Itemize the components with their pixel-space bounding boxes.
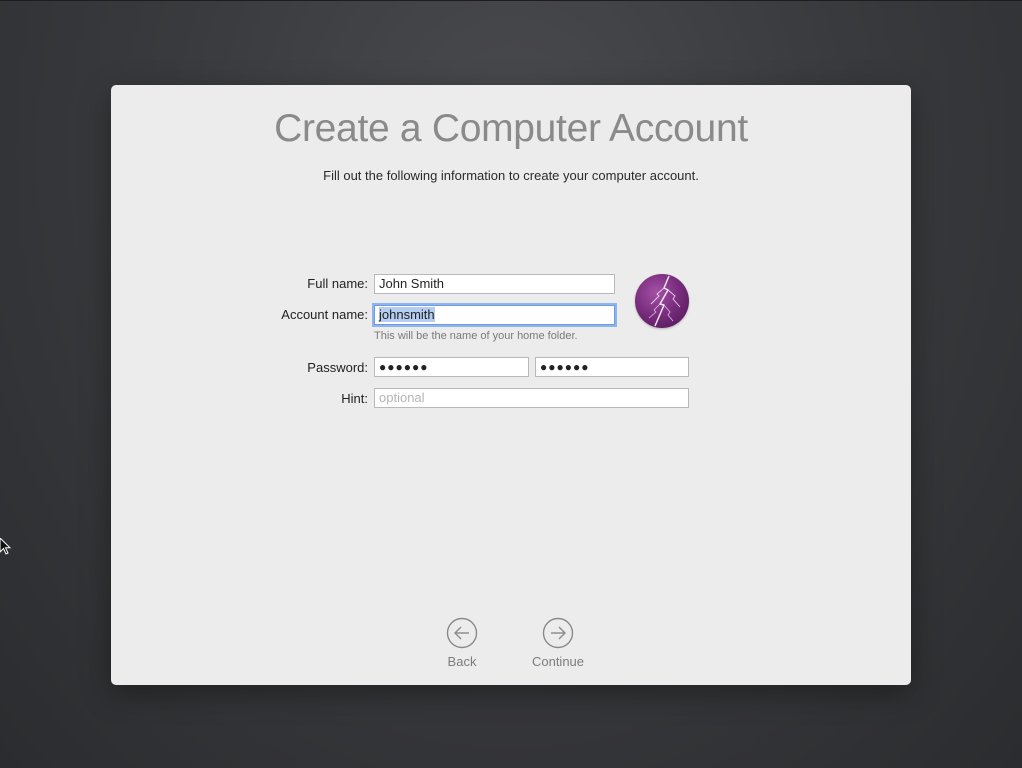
lightning-icon xyxy=(648,275,681,327)
full-name-label: Full name: xyxy=(307,276,368,291)
full-name-value: John Smith xyxy=(379,276,445,291)
password-label: Password: xyxy=(307,360,368,375)
setup-assistant-panel: Create a Computer Account Fill out the f… xyxy=(111,85,911,685)
back-button[interactable]: Back xyxy=(422,617,502,669)
arrow-right-circle-icon xyxy=(542,617,574,649)
mouse-pointer-icon xyxy=(0,538,12,555)
hint-label: Hint: xyxy=(341,391,368,406)
verify-password-field[interactable]: ●●●●●● xyxy=(535,357,689,377)
arrow-left-circle-icon xyxy=(446,617,478,649)
account-name-field[interactable]: johnsmith xyxy=(374,305,615,325)
account-name-label: Account name: xyxy=(281,307,368,322)
page-subtitle: Fill out the following information to cr… xyxy=(323,168,699,183)
hint-placeholder: optional xyxy=(379,390,425,405)
password-value: ●●●●●● xyxy=(379,360,429,374)
full-name-field[interactable]: John Smith xyxy=(374,274,615,294)
verify-password-value: ●●●●●● xyxy=(540,360,590,374)
account-name-value: johnsmith xyxy=(379,307,435,322)
user-picture-avatar[interactable] xyxy=(635,274,689,328)
hint-field[interactable]: optional xyxy=(374,388,689,408)
continue-label: Continue xyxy=(531,654,585,669)
page-title: Create a Computer Account xyxy=(274,107,748,150)
screen-top-edge xyxy=(0,0,1022,1)
account-name-helper: This will be the name of your home folde… xyxy=(374,330,578,342)
back-label: Back xyxy=(447,654,477,669)
password-field[interactable]: ●●●●●● xyxy=(374,357,529,377)
continue-button[interactable]: Continue xyxy=(518,617,598,669)
